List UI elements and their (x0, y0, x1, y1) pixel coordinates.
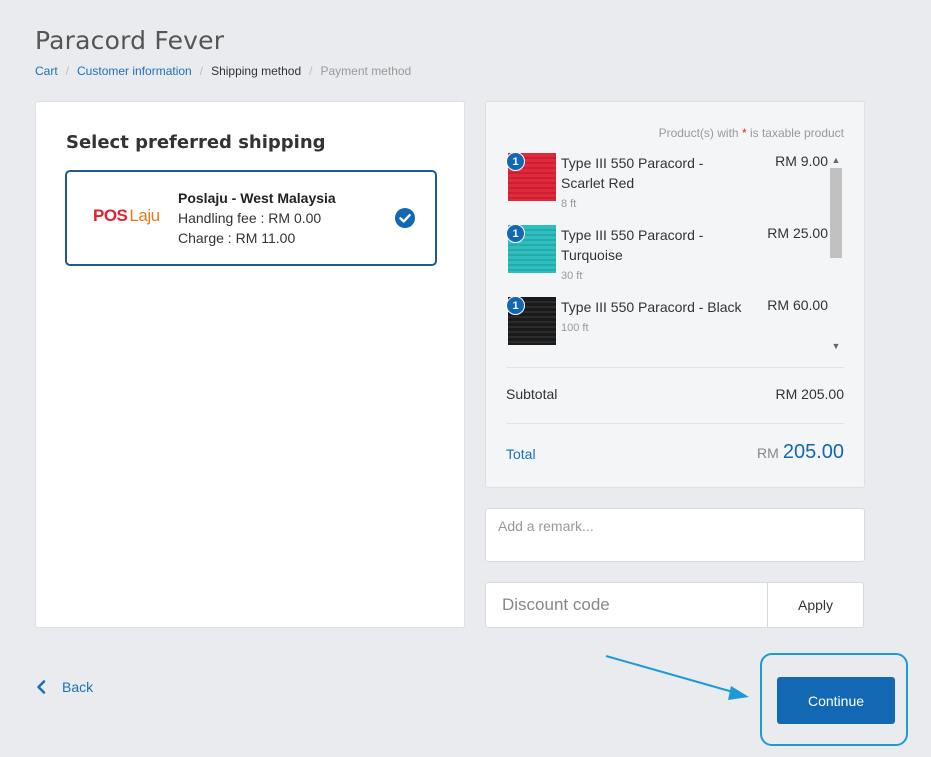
item-variant: 8 ft (561, 198, 577, 210)
taxable-note: Product(s) with * is taxable product (658, 126, 844, 140)
item-variant: 100 ft (561, 322, 589, 334)
continue-button[interactable]: Continue (777, 677, 895, 724)
shipping-charge: Charge : RM 11.00 (178, 230, 296, 246)
total-amount: 205.00 (782, 441, 844, 463)
shipping-heading: Select preferred shipping (66, 132, 326, 153)
quantity-badge: 1 (506, 152, 525, 171)
breadcrumb-payment-method: Payment method (320, 64, 412, 78)
breadcrumb-shipping-method: Shipping method (211, 64, 302, 78)
shipping-option-name: Poslaju - West Malaysia (178, 190, 336, 206)
item-price: RM 9.00 (775, 153, 828, 169)
cart-item: 1 Type III 550 Paracord - Turquoise 30 f… (506, 220, 828, 292)
chevron-left-icon (37, 680, 46, 694)
breadcrumb-cart[interactable]: Cart (35, 64, 58, 78)
check-circle-icon (395, 208, 415, 228)
total-label: Total (506, 446, 536, 462)
scroll-down-arrow-icon[interactable]: ▼ (829, 340, 843, 352)
store-title: Paracord Fever (35, 26, 225, 55)
breadcrumb-separator: / (65, 64, 70, 78)
subtotal-value: RM 205.00 (775, 386, 844, 402)
item-list-scrollbar[interactable]: ▲ ▼ (829, 154, 843, 352)
breadcrumb-separator: / (199, 64, 204, 78)
apply-discount-button[interactable]: Apply (767, 582, 864, 628)
back-label: Back (62, 679, 94, 695)
breadcrumb-separator: / (309, 64, 313, 78)
shipping-option-poslaju[interactable]: POS Laju Poslaju - West Malaysia Handling… (65, 170, 437, 266)
quantity-badge: 1 (506, 296, 525, 315)
item-name: Type III 550 Paracord - Turquoise (561, 227, 704, 263)
order-summary: Product(s) with * is taxable product 1 T… (485, 101, 865, 488)
remark-input[interactable] (485, 508, 865, 562)
breadcrumb: Cart / Customer information / Shipping m… (35, 64, 411, 78)
item-name: Type III 550 Paracord - Black (561, 299, 742, 315)
poslaju-logo: POS Laju (93, 206, 160, 225)
annotation-arrow-icon (605, 655, 749, 700)
item-price: RM 60.00 (767, 297, 828, 313)
total-currency: RM (757, 445, 779, 461)
item-name: Type III 550 Paracord - Scarlet Red (561, 155, 704, 191)
item-variant: 30 ft (561, 270, 583, 282)
discount-code-input[interactable] (485, 582, 768, 628)
shipping-handling-fee: Handling fee : RM 0.00 (178, 210, 322, 226)
breadcrumb-customer-information[interactable]: Customer information (77, 64, 192, 78)
quantity-badge: 1 (506, 224, 525, 243)
divider (506, 367, 844, 368)
item-price: RM 25.00 (767, 225, 828, 241)
cart-item: 1 Type III 550 Paracord - Scarlet Red 8 … (506, 148, 828, 220)
shipping-panel: Select preferred shipping POS Laju Poslaj… (35, 101, 465, 628)
back-link[interactable]: Back (36, 679, 93, 695)
total-value: RM 205.00 (757, 441, 844, 464)
scroll-thumb[interactable] (830, 168, 842, 258)
cart-item-list[interactable]: 1 Type III 550 Paracord - Scarlet Red 8 … (506, 148, 846, 358)
divider (506, 423, 844, 424)
subtotal-label: Subtotal (506, 386, 558, 402)
cart-item: 1 Type III 550 Paracord - Black 100 ft R… (506, 292, 828, 358)
scroll-up-arrow-icon[interactable]: ▲ (829, 154, 843, 166)
